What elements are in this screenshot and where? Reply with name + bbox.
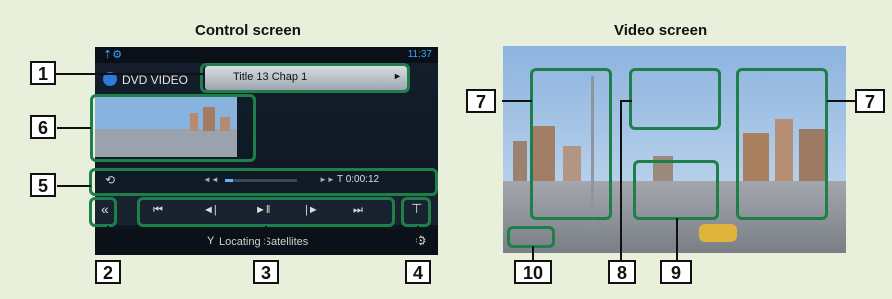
satellite-status: Locating Satellites [219,236,309,248]
callout-badge-10: 10 [514,260,552,284]
video-corner-callout [507,226,555,248]
video-center-callout [633,160,719,220]
callout-badge-2: 2 [95,260,121,284]
menu-callout [401,197,431,227]
callout-badge-3: 3 [253,260,279,284]
source-label: DVD VIDEO [122,73,189,87]
video-right-area-callout [736,68,828,220]
taxi [699,224,737,242]
callout-badge-6: 6 [30,115,56,139]
video-top-center-callout [629,68,721,130]
control-screen-heading: Control screen [195,22,301,39]
callout-badge-4: 4 [405,260,431,284]
callout-badge-9: 9 [660,260,692,284]
callout-badge-7-right: 7 [855,89,885,113]
video-left-area-callout [530,68,612,220]
antenna-icon: ⇡⚙ [103,49,123,61]
callout-badge-8: 8 [608,260,636,284]
title-chapter-callout [200,63,410,93]
callout-badge-5: 5 [30,173,56,197]
status-bar: ⇡⚙ 11:37 [95,47,438,63]
controls-callout [137,197,395,227]
clock: 11:37 [407,49,432,60]
callout-badge-7-left: 7 [466,89,496,113]
preview-callout [90,94,256,162]
collapse-callout [89,197,117,227]
navigation-icon: Y [207,235,215,247]
video-screen-heading: Video screen [614,22,708,39]
callout-badge-1: 1 [30,61,56,85]
info-bar-callout [89,168,438,196]
